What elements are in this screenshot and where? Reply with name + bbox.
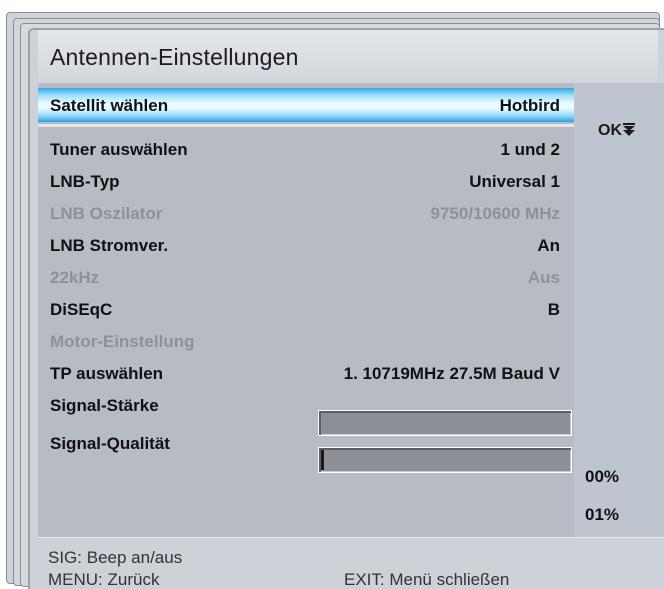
menu-item-lnb-type[interactable]: LNB-Typ Universal 1 xyxy=(38,166,574,196)
exit-hint: EXIT: Menü schließen xyxy=(344,570,510,589)
menu-item-tp-select[interactable]: TP auswählen 1. 10719MHz 27.5M Baud V xyxy=(38,358,574,388)
screen: Antennen-Einstellungen Satellit wählen H… xyxy=(0,0,664,589)
footer-hints: SIG: Beep an/aus MENU: Zurück EXIT: Menü… xyxy=(38,537,664,589)
divider xyxy=(38,124,574,127)
signal-quality-percent: 01% xyxy=(585,505,620,524)
menu-item-lnb-power[interactable]: LNB Stromver. An xyxy=(38,230,574,260)
menu-item-label: 22kHz xyxy=(50,268,100,287)
menu-item-motor-settings: Motor-Einstellung xyxy=(38,326,574,356)
menu-item-22khz: 22kHz Aus xyxy=(38,262,574,292)
signal-quality-bar xyxy=(318,447,572,473)
menu-item-value: 9750/10600 MHz xyxy=(430,204,560,223)
menu-item-value: 1 und 2 xyxy=(500,140,560,159)
menu-item-label: LNB-Typ xyxy=(50,172,120,191)
menu-item-lnb-oscillator: LNB Oszilator 9750/10600 MHz xyxy=(38,198,574,228)
menu-item-label: Satellit wählen xyxy=(50,96,169,115)
settings-menu: Satellit wählen Hotbird Tuner auswählen … xyxy=(38,83,574,537)
menu-item-value: Hotbird xyxy=(499,96,560,115)
menu-item-label: Tuner auswählen xyxy=(50,140,188,159)
ok-hint: OK xyxy=(598,122,635,140)
signal-quality-fill xyxy=(321,450,324,470)
sig-hint: SIG: Beep an/aus xyxy=(48,548,183,567)
menu-item-value: Universal 1 xyxy=(469,172,560,191)
menu-back-hint: MENU: Zurück xyxy=(48,570,160,589)
dialog-title: Antennen-Einstellungen xyxy=(50,44,299,70)
menu-item-diseqc[interactable]: DiSEqC B xyxy=(38,294,574,324)
menu-item-label: LNB Oszilator xyxy=(50,204,163,223)
signal-strength-percent: 00% xyxy=(585,467,620,486)
menu-item-label: TP auswählen xyxy=(50,364,164,383)
menu-item-value: Aus xyxy=(527,268,560,287)
menu-item-label: DiSEqC xyxy=(50,300,113,319)
menu-item-label: LNB Stromver. xyxy=(50,236,169,255)
menu-item-satellite-select[interactable]: Satellit wählen Hotbird xyxy=(38,90,574,120)
menu-item-value: An xyxy=(537,236,560,255)
title-bar: Antennen-Einstellungen xyxy=(38,30,658,83)
menu-item-value: B xyxy=(547,300,560,319)
arrow-down-double-icon xyxy=(623,123,635,136)
signal-quality-label: Signal-Qualität xyxy=(50,434,170,453)
menu-item-tuner-select[interactable]: Tuner auswählen 1 und 2 xyxy=(38,134,574,164)
menu-item-value: 1. 10719MHz 27.5M Baud V xyxy=(343,364,560,383)
signal-strength-label: Signal-Stärke xyxy=(50,396,159,415)
menu-item-label: Motor-Einstellung xyxy=(50,332,195,351)
antenna-settings-dialog: Antennen-Einstellungen Satellit wählen H… xyxy=(28,28,664,589)
ok-label: OK xyxy=(598,122,622,139)
